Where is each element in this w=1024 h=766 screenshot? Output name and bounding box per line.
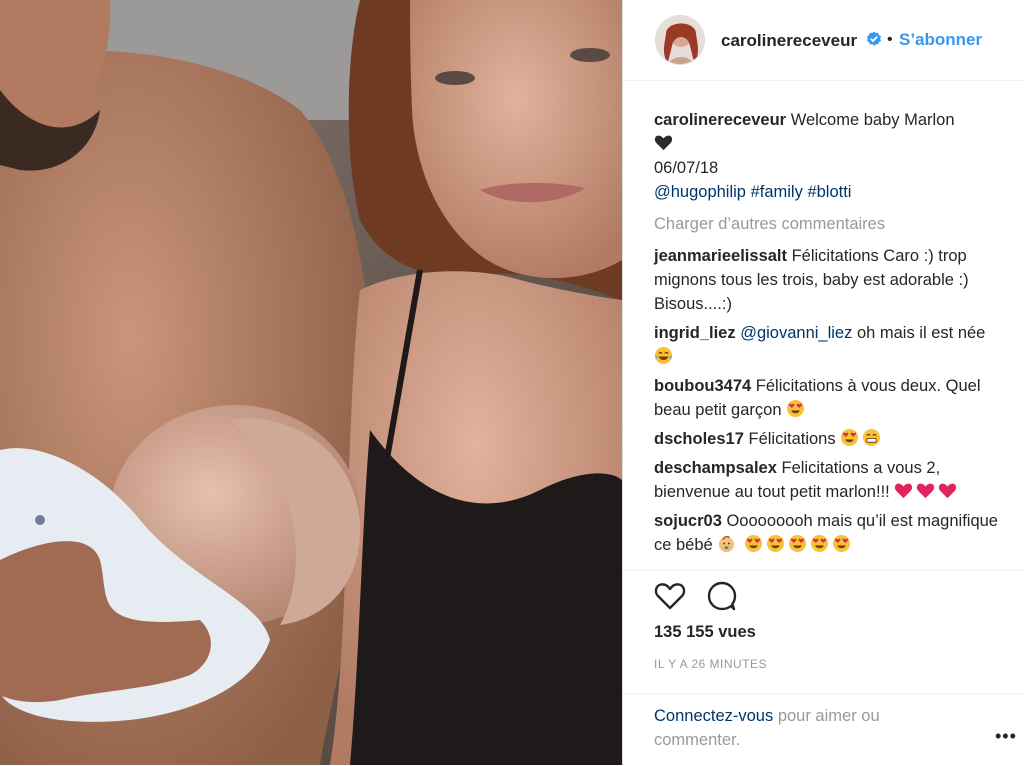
- post-video[interactable]: [0, 0, 622, 765]
- grinning-emoji-icon: [863, 428, 881, 447]
- heart-eyes-emoji-icon: [787, 399, 805, 418]
- caption-hashtag-family[interactable]: #family: [751, 183, 803, 201]
- header-separator: •: [887, 31, 893, 48]
- caption-username[interactable]: carolinereceveur: [654, 111, 786, 129]
- video-frame-illustration: [0, 0, 622, 765]
- comment-item: boubou3474 Félicitations à vous deux. Qu…: [654, 374, 1009, 422]
- post-side-panel: carolinereceveur • S’abonner carolinerec…: [622, 0, 1024, 765]
- post-actions: 135 155 vues IL Y A 26 MINUTES Connectez…: [623, 570, 1024, 765]
- comment-username[interactable]: jeanmarieelissalt: [654, 247, 787, 265]
- red-heart-icon: [939, 483, 957, 499]
- comment-username[interactable]: boubou3474: [654, 377, 751, 395]
- comment-username[interactable]: dscholes17: [654, 430, 744, 448]
- comment-text: oh mais il est née: [856, 324, 986, 342]
- post-author-username[interactable]: carolinereceveur: [721, 31, 857, 51]
- heart-eyes-emoji-icon: [766, 534, 784, 553]
- comment-item: jeanmarieelissalt Félicitations Caro :) …: [654, 244, 1009, 316]
- comment-text: Félicitations: [748, 430, 836, 448]
- view-count: 135 155 vues: [654, 623, 756, 641]
- heart-eyes-emoji-icon: [810, 534, 828, 553]
- comment-item: deschampsalex Felicitations a vous 2, bi…: [654, 456, 1009, 504]
- caption-text: Welcome baby Marlon: [790, 111, 955, 129]
- comment-item: ingrid_liez @giovanni_liez oh mais il es…: [654, 321, 1009, 369]
- comment-username[interactable]: deschampsalex: [654, 459, 777, 477]
- tears-of-joy-emoji-icon: [654, 346, 673, 365]
- login-link[interactable]: Connectez-vous: [654, 707, 773, 725]
- post-header: carolinereceveur • S’abonner: [623, 0, 1024, 81]
- login-prompt: Connectez-vous pour aimer ou commenter. …: [623, 693, 1024, 766]
- heart-eyes-emoji-icon: [841, 428, 859, 447]
- comments-list: carolinereceveur Welcome baby Marlon 06/…: [654, 108, 1009, 562]
- instagram-post-window: carolinereceveur • S’abonner carolinerec…: [0, 0, 1024, 765]
- caption-hashtag-blotti[interactable]: #blotti: [807, 183, 851, 201]
- heart-outline-icon[interactable]: [653, 579, 687, 613]
- red-heart-icon: [895, 483, 913, 499]
- baby-emoji-icon: [719, 535, 735, 553]
- caption-date: 06/07/18: [654, 159, 719, 177]
- caption: carolinereceveur Welcome baby Marlon 06/…: [654, 108, 1009, 204]
- comment-item: sojucr03 Ooooooooh mais qu’il est magnif…: [654, 509, 1009, 557]
- comment-item: dscholes17 Félicitations: [654, 427, 1009, 451]
- comment-mention[interactable]: @giovanni_liez: [740, 324, 852, 342]
- avatar[interactable]: [655, 15, 705, 65]
- follow-button[interactable]: S’abonner: [899, 30, 982, 50]
- load-more-comments-button[interactable]: Charger d’autres commentaires: [654, 212, 1009, 236]
- comment-username[interactable]: ingrid_liez: [654, 324, 736, 342]
- heart-eyes-emoji-icon: [744, 534, 762, 553]
- login-prompt-text: Connectez-vous pour aimer ou commenter.: [654, 704, 954, 752]
- more-options-button[interactable]: •••: [995, 726, 1017, 747]
- post-timestamp: IL Y A 26 MINUTES: [654, 657, 767, 671]
- heart-eyes-emoji-icon: [788, 534, 806, 553]
- red-heart-icon: [917, 483, 935, 499]
- comment-username[interactable]: sojucr03: [654, 512, 722, 530]
- black-heart-icon: [654, 135, 673, 151]
- heart-eyes-emoji-icon: [832, 534, 850, 553]
- verified-badge-icon: [867, 31, 881, 46]
- speech-bubble-icon[interactable]: [705, 579, 739, 613]
- avatar-image: [656, 16, 704, 64]
- caption-mention[interactable]: @hugophilip: [654, 183, 746, 201]
